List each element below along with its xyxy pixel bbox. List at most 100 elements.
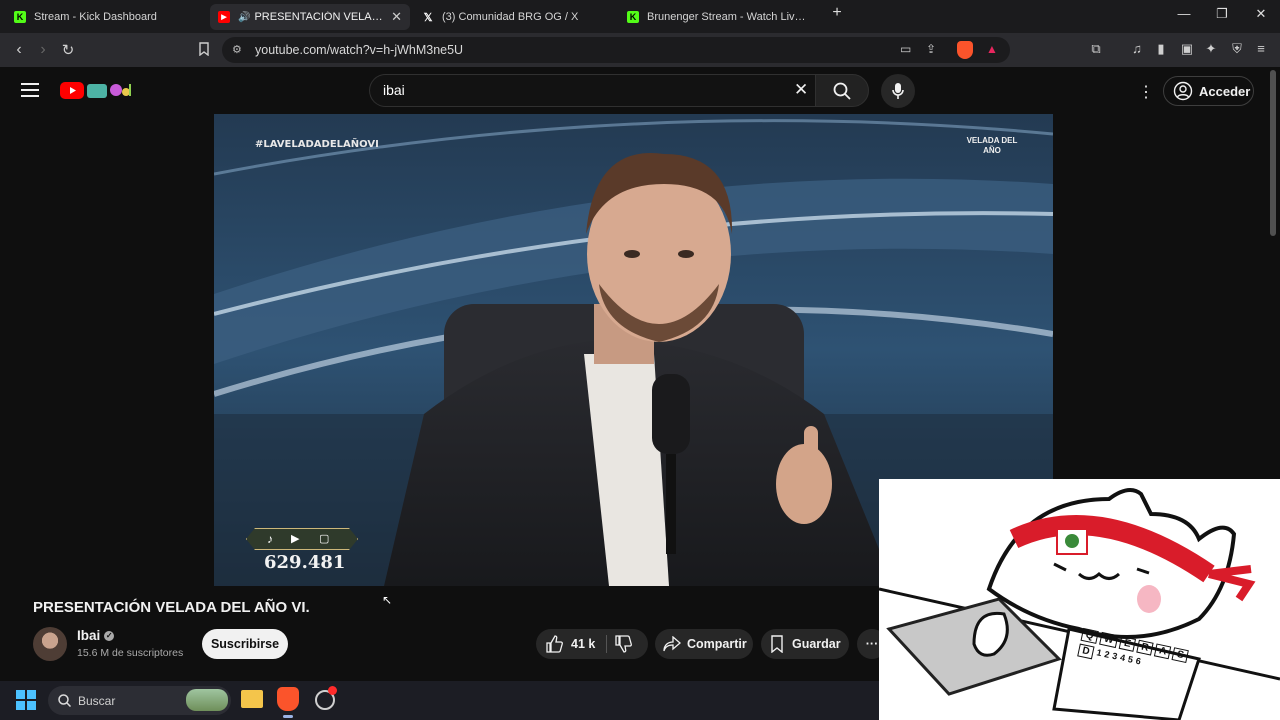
- share-button[interactable]: Compartir: [655, 629, 753, 659]
- like-divider: [606, 635, 607, 653]
- share-icon: [663, 636, 681, 652]
- site-settings-icon[interactable]: ⚙: [232, 43, 242, 56]
- search-input[interactable]: [383, 82, 783, 98]
- menu-icon[interactable]: ≡: [1254, 42, 1268, 56]
- youtube-doodle-icon[interactable]: [86, 80, 136, 102]
- close-window-icon[interactable]: ✕: [1251, 6, 1271, 22]
- sign-in-button[interactable]: Acceder: [1163, 76, 1254, 106]
- tab-x-community[interactable]: 𝕏 (3) Comunidad BRG OG / X: [414, 4, 614, 30]
- tab-title: PRESENTACIÓN VELADA DEL: [254, 11, 386, 23]
- clear-search-icon[interactable]: ✕: [794, 80, 808, 100]
- keyboard-key: A: [1154, 643, 1172, 660]
- verified-badge-icon: ✓: [104, 630, 115, 641]
- keyboard-key: 4: [1119, 652, 1127, 664]
- file-explorer-icon[interactable]: [241, 690, 263, 708]
- taskbar-search-placeholder: Buscar: [78, 694, 116, 708]
- kick-icon: K: [14, 11, 26, 23]
- x-icon: 𝕏: [423, 11, 433, 24]
- keyboard-key: R: [1136, 639, 1154, 656]
- social-icons-banner: ♪ ▶ ▢: [246, 528, 358, 550]
- sidebar-icon[interactable]: ▮: [1154, 42, 1168, 56]
- brave-browser-icon[interactable]: [277, 687, 299, 711]
- bongo-cat-illustration: [879, 488, 1280, 720]
- minimize-icon[interactable]: —: [1174, 6, 1194, 21]
- windows-start-icon[interactable]: [16, 690, 36, 715]
- more-options-icon[interactable]: ⋮: [1138, 82, 1154, 102]
- browser-tab-strip: K Stream - Kick Dashboard ▶ 🔊 PRESENTACI…: [0, 0, 1280, 33]
- velada-logo: VELADA DEL AÑO: [966, 136, 1018, 155]
- account-icon: [1173, 81, 1193, 101]
- youtube-logo-icon[interactable]: [60, 82, 84, 99]
- taskbar-search[interactable]: Buscar: [48, 686, 231, 715]
- like-dislike-group: 41 k: [536, 629, 648, 659]
- voice-search-button[interactable]: [881, 74, 915, 108]
- tab-youtube-video[interactable]: ▶ 🔊 PRESENTACIÓN VELADA DEL ✕: [210, 4, 410, 30]
- like-button[interactable]: 41 k: [536, 629, 604, 659]
- keyboard-key: 5: [1127, 653, 1134, 665]
- wallet-icon[interactable]: ▣: [1180, 42, 1194, 56]
- more-actions-icon: ···: [865, 637, 879, 651]
- new-tab-button[interactable]: +: [827, 4, 847, 22]
- thumbs-up-icon: [546, 635, 563, 653]
- dislike-button[interactable]: [614, 635, 632, 656]
- channel-avatar[interactable]: [33, 627, 67, 661]
- youtube-header: ✕ ⋮ Acceder: [0, 67, 1280, 114]
- share-label: Compartir: [687, 637, 747, 651]
- bongo-cat-overlay: Q W E R A S D 1 2 3 4 5 6: [879, 479, 1280, 720]
- reload-icon[interactable]: ↻: [59, 41, 77, 59]
- keyboard-key: 2: [1103, 648, 1111, 660]
- video-title: PRESENTACIÓN VELADA DEL AÑO VI.: [33, 599, 310, 616]
- back-icon[interactable]: ‹: [10, 41, 28, 59]
- tab-kick-dashboard[interactable]: K Stream - Kick Dashboard: [6, 4, 206, 30]
- audio-playing-icon[interactable]: 🔊: [238, 12, 250, 23]
- reader-mode-icon[interactable]: ⧉: [1089, 42, 1103, 56]
- bookmark-icon[interactable]: [195, 42, 213, 59]
- hamburger-menu-icon[interactable]: [21, 83, 39, 102]
- kick-icon: K: [627, 11, 639, 23]
- page-scrollbar[interactable]: [1270, 70, 1276, 236]
- share-page-icon[interactable]: ⇪: [926, 42, 936, 56]
- forward-icon[interactable]: ›: [34, 41, 52, 59]
- keyboard-key: 3: [1111, 650, 1119, 662]
- channel-name-row[interactable]: Ibai ✓: [77, 628, 115, 643]
- mouse-cursor-icon: ↖: [382, 593, 393, 607]
- keyboard-key: 1: [1095, 647, 1103, 659]
- like-count: 41 k: [571, 637, 596, 651]
- viewer-count: 629.481: [264, 552, 346, 573]
- keyboard-key: S: [1171, 647, 1189, 664]
- keyboard-key: Q: [1080, 627, 1099, 644]
- search-button[interactable]: [815, 74, 869, 107]
- keyboard-key: W: [1098, 631, 1119, 649]
- tiktok-icon: ♪: [267, 532, 273, 546]
- music-icon[interactable]: ♫: [1130, 42, 1144, 56]
- close-tab-icon[interactable]: ✕: [385, 9, 402, 25]
- channel-name: Ibai: [77, 628, 101, 643]
- twitch-icon: ▢: [319, 533, 330, 545]
- subscriber-count: 15.6 M de suscriptores: [77, 647, 184, 659]
- youtube-small-icon: ▶: [291, 533, 300, 545]
- sign-in-label: Acceder: [1199, 83, 1251, 99]
- keyboard-key: E: [1118, 636, 1136, 652]
- search-highlight-icon: [186, 689, 228, 711]
- leo-ai-icon[interactable]: ✦: [1204, 42, 1218, 56]
- youtube-icon: ▶: [218, 11, 230, 23]
- cast-icon[interactable]: ▭: [900, 42, 911, 56]
- brave-shields-icon[interactable]: [957, 41, 973, 59]
- save-icon: [771, 635, 783, 653]
- windows-taskbar: Buscar: [0, 681, 880, 720]
- subscribe-button[interactable]: Suscribirse: [202, 629, 288, 659]
- url-bar[interactable]: ⚙ youtube.com/watch?v=h-jWhM3ne5U ▭ ⇪ ▲: [222, 37, 1010, 63]
- vpn-icon[interactable]: ⛨: [1230, 42, 1244, 56]
- tab-title: Stream - Kick Dashboard: [34, 11, 157, 23]
- notification-dot: [328, 686, 337, 695]
- address-toolbar: ‹ › ↻ ⚙ youtube.com/watch?v=h-jWhM3ne5U …: [0, 33, 1280, 67]
- save-button[interactable]: Guardar: [761, 629, 849, 659]
- search-box: ✕: [369, 74, 815, 107]
- app-launcher-icon[interactable]: [315, 686, 337, 710]
- microphone-icon: [892, 83, 904, 99]
- restore-icon[interactable]: ❐: [1212, 6, 1232, 22]
- tab-title: (3) Comunidad BRG OG / X: [442, 11, 579, 23]
- brave-rewards-icon[interactable]: ▲: [986, 42, 998, 56]
- search-icon: [58, 694, 71, 707]
- tab-kick-stream[interactable]: K Brunenger Stream - Watch Live on Ki: [619, 4, 817, 30]
